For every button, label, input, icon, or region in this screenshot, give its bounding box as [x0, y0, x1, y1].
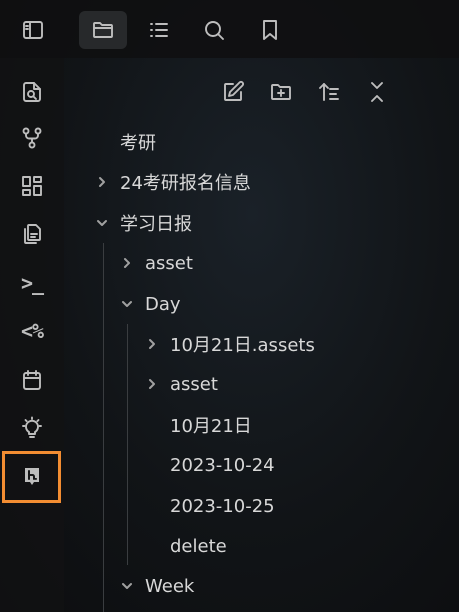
- files-tab-folder-icon[interactable]: [79, 11, 127, 49]
- calendar-icon[interactable]: [8, 360, 56, 400]
- vault-title: 考研: [120, 133, 156, 154]
- tree-file-delete[interactable]: delete: [170, 529, 227, 563]
- new-folder-icon[interactable]: [263, 74, 299, 110]
- tree-file-oct21[interactable]: 10月21日: [170, 408, 252, 442]
- tree-file-2023-10-25[interactable]: 2023-10-25: [170, 489, 275, 523]
- sort-icon[interactable]: [311, 74, 347, 110]
- new-note-icon[interactable]: [215, 74, 251, 110]
- dashboard-icon[interactable]: [8, 166, 56, 206]
- tree-folder-oct21-assets[interactable]: 10月21日.assets: [145, 327, 315, 361]
- tree-folder-asset-nested[interactable]: asset: [145, 367, 218, 401]
- collapse-all-icon[interactable]: [359, 74, 395, 110]
- bookmarks-tab-bookmark-icon[interactable]: [246, 11, 294, 49]
- templater-icon[interactable]: <%: [8, 311, 56, 351]
- graph-icon[interactable]: [8, 118, 56, 158]
- tree-item-label: 24考研报名信息: [120, 173, 251, 194]
- tree-item-label: asset: [145, 252, 193, 274]
- chevron-right-icon: [149, 339, 155, 349]
- outline-tab-list-icon[interactable]: [135, 11, 183, 49]
- chevron-right-icon: [99, 177, 105, 187]
- chevron-down-icon: [122, 301, 132, 307]
- tree-item-label: 学习日报: [120, 214, 192, 235]
- chevron-right-icon: [124, 258, 130, 268]
- chevron-down-icon: [97, 220, 107, 226]
- indent-guide: [103, 243, 104, 612]
- tree-item-label: Day: [145, 293, 181, 315]
- tree-item-label: 10月21日.assets: [170, 335, 315, 356]
- terminal-icon[interactable]: >_: [8, 263, 56, 303]
- tree-folder-day[interactable]: Day: [120, 287, 181, 321]
- tree-folder-week[interactable]: Week: [120, 569, 194, 603]
- file-search-icon[interactable]: [8, 72, 56, 112]
- chevron-right-icon: [149, 379, 155, 389]
- copy-icon[interactable]: [8, 214, 56, 254]
- chevron-down-icon: [122, 583, 132, 589]
- tree-file-2023-10-24[interactable]: 2023-10-24: [170, 448, 275, 482]
- search-tab-search-icon[interactable]: [190, 11, 238, 49]
- sidebar-toggle-icon[interactable]: [9, 11, 57, 49]
- tree-folder-study-daily[interactable]: 学习日报: [95, 206, 192, 240]
- indent-guide: [127, 324, 128, 565]
- tree-item-label: Week: [145, 575, 195, 597]
- highlight-box: [2, 451, 61, 503]
- tree-item-label: asset: [170, 373, 218, 395]
- tree-folder-asset[interactable]: asset: [120, 246, 193, 280]
- lightbulb-icon[interactable]: [8, 408, 56, 448]
- tree-folder-24kaoyan[interactable]: 24考研报名信息: [95, 165, 251, 199]
